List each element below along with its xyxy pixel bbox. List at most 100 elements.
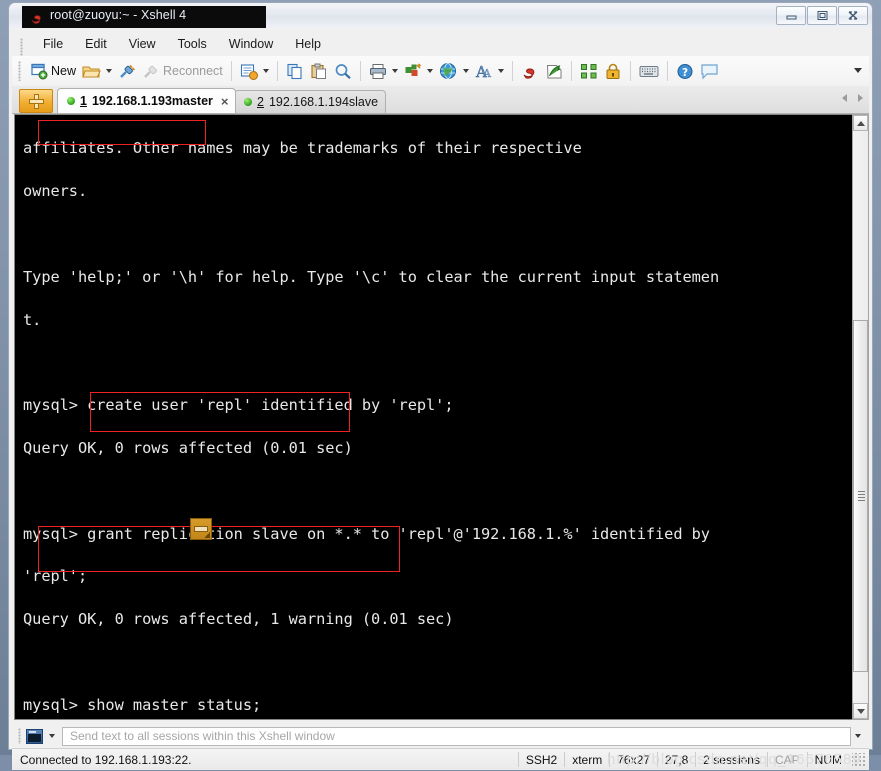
toolbar-separator-4 xyxy=(511,61,513,81)
terminal-area: affiliates. Other names may be trademark… xyxy=(12,114,869,724)
tab-status-dot-icon xyxy=(67,97,75,105)
web-browser-caret-icon[interactable] xyxy=(462,69,469,73)
menu-bar: File Edit View Tools Window Help xyxy=(12,32,869,56)
color-scheme-caret-icon[interactable] xyxy=(426,69,433,73)
status-term-size: 76x27 xyxy=(609,752,657,767)
toolbar-separator-3 xyxy=(359,61,361,81)
scrollbar-up-button[interactable] xyxy=(853,115,868,131)
reconnect-button[interactable]: Reconnect xyxy=(139,59,226,83)
terminal-line: Query OK, 0 rows affected (0.01 sec) xyxy=(23,439,353,458)
toolbar-separator-7 xyxy=(666,61,668,81)
terminal-line: 'repl'; xyxy=(23,567,88,586)
copy-button[interactable] xyxy=(283,59,307,83)
maximize-button[interactable] xyxy=(807,6,837,25)
send-target-caret-icon[interactable] xyxy=(49,734,55,738)
send-to-all-sessions-bar: Send text to all sessions within this Xs… xyxy=(12,724,869,748)
tab-192-168-1-193master[interactable]: 1 192.168.1.193master × xyxy=(57,88,237,113)
terminal-line: Type 'help;' or '\h' for help. Type '\c'… xyxy=(23,267,720,286)
drag-drop-cursor-icon xyxy=(190,518,212,540)
font-a-icon: A A xyxy=(475,63,492,80)
lock-button[interactable] xyxy=(601,59,625,83)
menu-view[interactable]: View xyxy=(118,34,167,54)
title-bar[interactable]: root@zuoyu:~ - Xshell 4 xyxy=(8,2,873,28)
svg-text:?: ? xyxy=(682,67,688,79)
session-properties-button[interactable] xyxy=(237,59,272,83)
menu-edit[interactable]: Edit xyxy=(74,34,118,54)
xftp-icon xyxy=(546,64,562,78)
tab-scroll-right-icon[interactable] xyxy=(858,94,863,102)
tab-label: 192.168.1.193master xyxy=(91,94,213,108)
tab-close-icon[interactable]: × xyxy=(221,95,229,108)
plus-icon xyxy=(29,94,43,108)
fullscreen-icon xyxy=(580,63,597,78)
send-history-caret-icon[interactable] xyxy=(855,734,861,738)
help-button[interactable]: ? xyxy=(673,59,697,83)
terminal-mini-icon[interactable] xyxy=(26,728,43,744)
status-indicator-group: SSH2 xterm 76x27 27,8 2 sessions CAP NUM xyxy=(517,749,869,771)
status-num-lock: NUM xyxy=(806,752,849,767)
terminal-line: Query OK, 0 rows affected, 1 warning (0.… xyxy=(23,610,454,629)
menu-drag-grip[interactable] xyxy=(20,38,23,56)
session-tab-bar: 1 192.168.1.193master × 2 192.168.1.194s… xyxy=(12,86,869,114)
find-button[interactable] xyxy=(331,59,355,83)
close-button[interactable] xyxy=(838,6,868,25)
send-text-input[interactable]: Send text to all sessions within this Xs… xyxy=(62,726,851,746)
terminal-line: affiliates. Other names may be trademark… xyxy=(23,139,582,158)
xftp-button[interactable] xyxy=(542,59,566,83)
tab-scroll-left-icon[interactable] xyxy=(842,94,847,102)
toolbar-separator-5 xyxy=(570,61,572,81)
xshell-application-window: root@zuoyu:~ - Xshell 4 File Edit View T… xyxy=(0,0,881,770)
minimize-button[interactable] xyxy=(776,6,806,25)
new-session-button[interactable]: New xyxy=(27,59,79,83)
tab-label: 192.168.1.194slave xyxy=(268,95,379,109)
new-window-icon xyxy=(31,63,48,80)
toolbar-drag-grip[interactable] xyxy=(18,61,21,81)
print-caret-icon[interactable] xyxy=(391,69,398,73)
sendbar-drag-grip[interactable] xyxy=(18,728,21,744)
menu-tools[interactable]: Tools xyxy=(167,34,218,54)
open-session-button[interactable] xyxy=(79,59,115,83)
print-button[interactable] xyxy=(366,59,401,83)
scrollbar-down-button[interactable] xyxy=(853,703,868,719)
status-cursor-position: 27,8 xyxy=(656,752,695,767)
properties-icon xyxy=(240,63,258,80)
status-term-type: xterm xyxy=(564,752,609,767)
font-caret-icon[interactable] xyxy=(497,69,504,73)
paste-button[interactable] xyxy=(307,59,331,83)
session-properties-caret-icon[interactable] xyxy=(262,69,269,73)
chat-button[interactable] xyxy=(697,59,722,83)
color-scheme-button[interactable] xyxy=(401,59,436,83)
menu-window[interactable]: Window xyxy=(218,34,284,54)
palette-icon xyxy=(405,62,421,76)
toolbar-separator-2 xyxy=(276,61,278,81)
web-browser-button[interactable] xyxy=(436,59,472,83)
terminal-screen[interactable]: affiliates. Other names may be trademark… xyxy=(14,114,867,720)
tab-status-dot-icon xyxy=(244,98,252,106)
terminal-line: t. xyxy=(23,310,42,329)
main-toolbar: New Reconnect A A ? xyxy=(12,56,869,87)
magnifier-icon xyxy=(335,63,351,79)
tab-number: 2 xyxy=(257,95,264,109)
menu-help[interactable]: Help xyxy=(284,34,332,54)
frame-inner: File Edit View Tools Window Help New Rec… xyxy=(12,28,869,770)
status-protocol: SSH2 xyxy=(517,752,564,767)
menu-file[interactable]: File xyxy=(32,34,74,54)
tab-192-168-1-194slave[interactable]: 2 192.168.1.194slave xyxy=(234,90,387,113)
xshell-button[interactable] xyxy=(518,59,542,83)
keyboard-button[interactable] xyxy=(636,59,662,83)
xshell-logo-icon xyxy=(523,68,535,79)
fullscreen-button[interactable] xyxy=(577,59,601,83)
scrollbar-thumb[interactable] xyxy=(853,320,868,672)
font-button[interactable]: A A xyxy=(472,59,507,83)
connect-button[interactable] xyxy=(115,59,139,83)
tab-number: 1 xyxy=(80,94,87,108)
open-session-caret-icon[interactable] xyxy=(106,69,113,73)
new-tab-button[interactable] xyxy=(19,89,53,113)
terminal-scrollbar[interactable] xyxy=(852,114,869,720)
window-title: root@zuoyu:~ - Xshell 4 xyxy=(50,8,187,22)
reconnect-label: Reconnect xyxy=(163,64,223,78)
plug-disconnect-icon xyxy=(144,65,157,78)
toolbar-overflow-caret-icon[interactable] xyxy=(854,68,862,73)
new-session-label: New xyxy=(51,64,77,78)
